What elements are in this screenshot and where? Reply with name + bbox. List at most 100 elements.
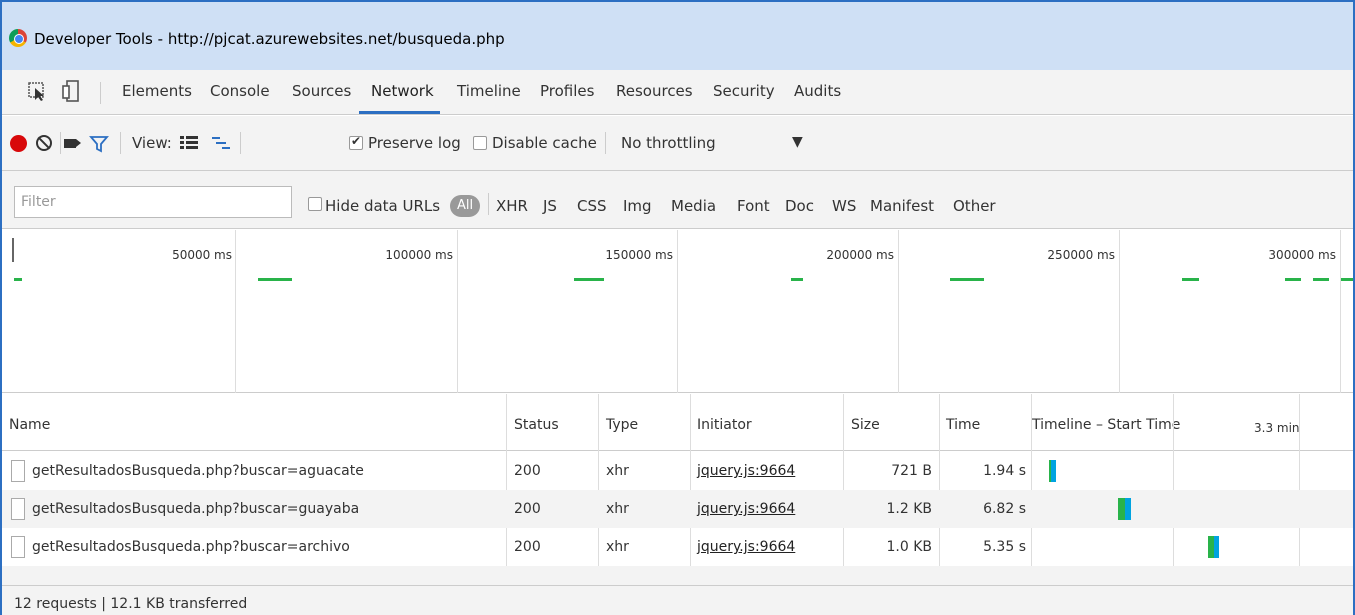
request-status: 200 <box>514 501 541 517</box>
devtools-window: Developer Tools - http://pjcat.azurewebs… <box>0 0 1355 615</box>
network-toolbar: View: Preserve log Disable cache No thro… <box>2 116 1353 171</box>
column-header-timeline[interactable]: Timeline – Start Time <box>1032 417 1180 433</box>
title-bar[interactable]: Developer Tools - http://pjcat.azurewebs… <box>2 0 1353 70</box>
overview-tick-label: 100000 ms <box>385 248 453 262</box>
overview-request-bar <box>950 278 984 281</box>
request-type: xhr <box>606 539 629 555</box>
hide-data-urls-label: Hide data URLs <box>325 197 441 215</box>
column-header-status[interactable]: Status <box>514 417 559 433</box>
table-row[interactable]: getResultadosBusqueda.php?buscar=guayaba… <box>2 490 1353 528</box>
filter-type-all[interactable]: All <box>450 195 480 217</box>
throttling-select[interactable]: No throttling <box>621 134 716 152</box>
column-header-type[interactable]: Type <box>606 417 638 433</box>
column-header-initiator[interactable]: Initiator <box>697 417 752 433</box>
overview-tick-label: 50000 ms <box>172 248 232 262</box>
filter-type-ws[interactable]: WS <box>832 197 856 215</box>
capture-screenshots-icon[interactable] <box>64 139 81 148</box>
overview-range-handle[interactable] <box>12 238 14 262</box>
column-header-time[interactable]: Time <box>946 417 980 433</box>
tab-sources[interactable]: Sources <box>292 82 351 100</box>
divider <box>488 193 489 215</box>
chrome-icon <box>9 29 27 47</box>
filter-type-img[interactable]: Img <box>623 197 652 215</box>
filter-input[interactable] <box>14 186 292 218</box>
hide-data-urls-checkbox[interactable] <box>308 197 322 211</box>
overview-request-bar <box>14 278 22 281</box>
request-time: 6.82 s <box>983 501 1026 517</box>
waterfall-bar <box>1208 536 1219 558</box>
overview-gridline <box>1119 230 1120 393</box>
tab-network[interactable]: Network <box>371 82 434 100</box>
request-type: xhr <box>606 463 629 479</box>
overview-request-bar <box>258 278 292 281</box>
table-filler-row <box>2 566 1353 585</box>
clear-icon[interactable] <box>36 135 52 151</box>
device-mode-icon[interactable] <box>62 80 80 102</box>
timeline-tick-label: 3.3 min <box>1254 421 1300 435</box>
status-bar: 12 requests | 12.1 KB transferred <box>2 585 1353 615</box>
overview-tick-label: 300000 ms <box>1268 248 1336 262</box>
filter-type-xhr[interactable]: XHR <box>496 197 528 215</box>
divider <box>100 82 101 104</box>
tab-timeline[interactable]: Timeline <box>457 82 521 100</box>
chevron-down-icon[interactable]: ▼ <box>792 134 803 150</box>
requests-table-header: Name Status Type Initiator Size Time Tim… <box>2 394 1353 451</box>
waterfall-bar <box>1049 460 1057 482</box>
file-icon <box>11 498 25 520</box>
tab-console[interactable]: Console <box>210 82 270 100</box>
filter-type-other[interactable]: Other <box>953 197 996 215</box>
divider <box>605 132 606 154</box>
request-type: xhr <box>606 501 629 517</box>
filter-type-js[interactable]: JS <box>543 197 557 215</box>
column-header-name[interactable]: Name <box>9 417 50 433</box>
request-initiator-link[interactable]: jquery.js:9664 <box>697 539 795 555</box>
file-icon <box>11 460 25 482</box>
tab-elements[interactable]: Elements <box>122 82 192 100</box>
window-title: Developer Tools - http://pjcat.azurewebs… <box>34 30 505 48</box>
overview-request-bar <box>1313 278 1329 281</box>
request-initiator-link[interactable]: jquery.js:9664 <box>697 463 795 479</box>
network-overview[interactable]: 50000 ms 100000 ms 150000 ms 200000 ms 2… <box>2 230 1353 393</box>
request-name: getResultadosBusqueda.php?buscar=aguacat… <box>32 463 364 479</box>
filter-icon[interactable] <box>89 134 109 154</box>
request-status: 200 <box>514 539 541 555</box>
overview-request-bar <box>1341 278 1353 281</box>
overview-tick-label: 150000 ms <box>605 248 673 262</box>
requests-summary: 12 requests | 12.1 KB transferred <box>14 596 248 612</box>
tab-profiles[interactable]: Profiles <box>540 82 594 100</box>
record-icon[interactable] <box>10 135 27 152</box>
disable-cache-checkbox[interactable] <box>473 136 487 150</box>
filter-bar: Hide data URLs All XHR JS CSS Img Media … <box>2 171 1353 229</box>
overview-gridline <box>677 230 678 393</box>
request-time: 1.94 s <box>983 463 1026 479</box>
table-row[interactable]: getResultadosBusqueda.php?buscar=aguacat… <box>2 452 1353 490</box>
filter-type-media[interactable]: Media <box>671 197 716 215</box>
filter-type-css[interactable]: CSS <box>577 197 607 215</box>
file-icon <box>11 536 25 558</box>
divider <box>120 132 121 154</box>
table-row[interactable]: getResultadosBusqueda.php?buscar=archivo… <box>2 528 1353 566</box>
inspect-element-icon[interactable] <box>28 80 46 102</box>
tab-security[interactable]: Security <box>713 82 775 100</box>
overview-icon[interactable] <box>212 136 230 150</box>
waterfall-bar <box>1118 498 1131 520</box>
request-time: 5.35 s <box>983 539 1026 555</box>
overview-request-bar <box>791 278 803 281</box>
filter-type-font[interactable]: Font <box>737 197 770 215</box>
filter-type-doc[interactable]: Doc <box>785 197 814 215</box>
column-header-size[interactable]: Size <box>851 417 880 433</box>
panel-tabs-bar: Elements Console Sources Network Timelin… <box>2 70 1353 115</box>
preserve-log-label: Preserve log <box>368 134 461 152</box>
request-initiator-link[interactable]: jquery.js:9664 <box>697 501 795 517</box>
tab-resources[interactable]: Resources <box>616 82 693 100</box>
overview-gridline <box>898 230 899 393</box>
request-status: 200 <box>514 463 541 479</box>
view-label: View: <box>132 134 172 152</box>
request-name: getResultadosBusqueda.php?buscar=guayaba <box>32 501 360 517</box>
preserve-log-checkbox[interactable] <box>349 134 363 150</box>
request-size: 1.0 KB <box>886 539 933 555</box>
request-size: 1.2 KB <box>886 501 933 517</box>
filter-type-manifest[interactable]: Manifest <box>870 197 934 215</box>
large-rows-icon[interactable] <box>180 136 198 150</box>
tab-audits[interactable]: Audits <box>794 82 841 100</box>
